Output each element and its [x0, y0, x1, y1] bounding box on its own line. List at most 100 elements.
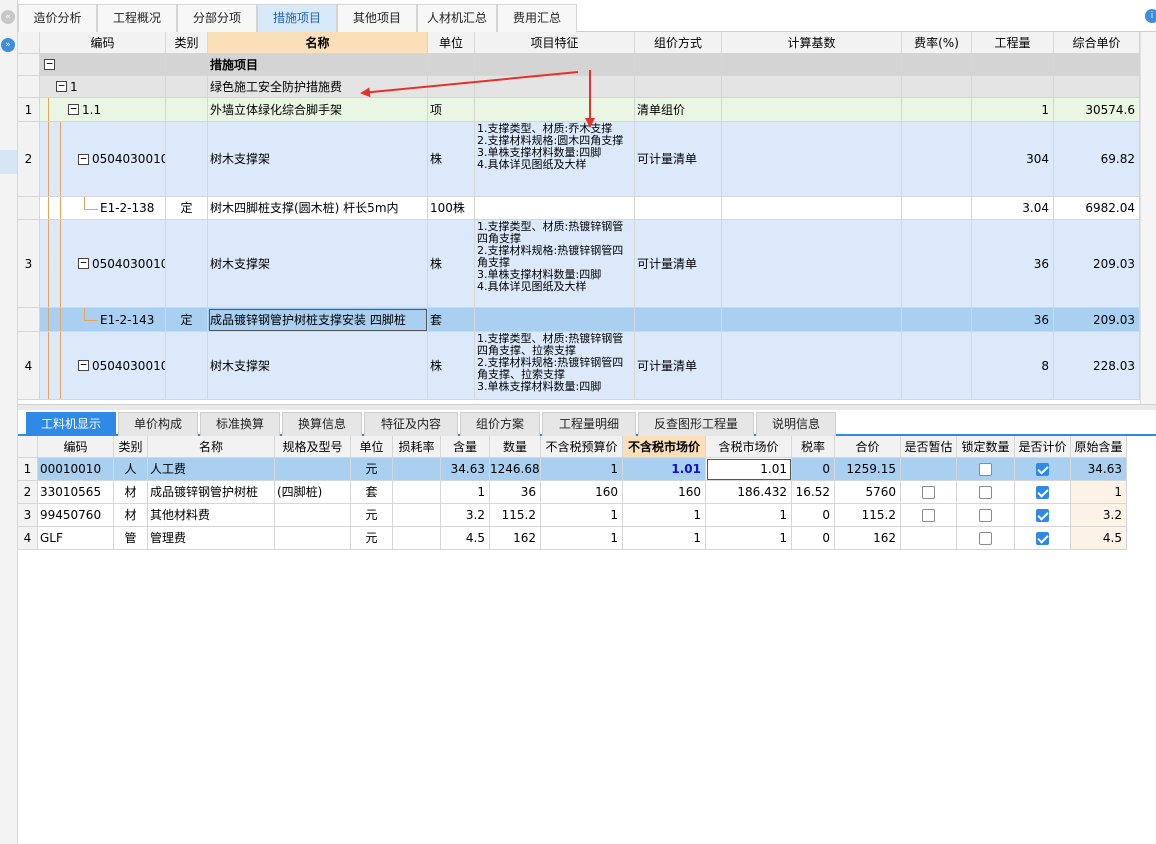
tree-toggle-icon[interactable]: − — [68, 103, 79, 115]
header2-type[interactable]: 类别 — [114, 436, 148, 458]
grid-cell-qty[interactable]: 304 — [972, 122, 1054, 197]
tree-toggle-icon[interactable]: − — [56, 80, 67, 92]
grid2-cell-price_flag[interactable] — [1015, 527, 1071, 550]
top-tab-3[interactable]: 措施项目 — [257, 4, 337, 32]
grid2-cell-est[interactable] — [901, 527, 957, 550]
top-tab-5[interactable]: 人材机汇总 — [417, 4, 497, 32]
header2-tax[interactable]: 税率 — [792, 436, 835, 458]
header2-price_flag[interactable]: 是否计价 — [1015, 436, 1071, 458]
header2-spec[interactable]: 规格及型号 — [275, 436, 351, 458]
tree-toggle-icon[interactable]: − — [44, 58, 55, 70]
header2-content[interactable]: 含量 — [441, 436, 490, 458]
bottom-tab-6[interactable]: 工程量明细 — [542, 412, 636, 436]
grid-cell-qty[interactable] — [972, 76, 1054, 98]
price-flag-checkbox[interactable] — [1036, 463, 1049, 476]
header-price[interactable]: 综合单价 — [1054, 32, 1140, 54]
lock-qty-checkbox[interactable] — [979, 509, 992, 522]
tree-line — [84, 308, 85, 320]
grid2-cell-lock[interactable] — [957, 504, 1015, 527]
header-type[interactable]: 类别 — [166, 32, 208, 54]
header2-loss[interactable]: 损耗率 — [393, 436, 441, 458]
header-unit[interactable]: 单位 — [428, 32, 475, 54]
grid2-cell-lock[interactable] — [957, 481, 1015, 504]
header2-code[interactable]: 编码 — [38, 436, 114, 458]
grid-cell-name[interactable]: 外墙立体绿化综合脚手架 — [208, 98, 428, 122]
header2-unit[interactable]: 单位 — [351, 436, 393, 458]
top-tab-6[interactable]: 费用汇总 — [497, 4, 577, 32]
grid-cell-rate — [902, 98, 972, 122]
grid2-cell-est[interactable] — [901, 481, 957, 504]
bottom-tab-5[interactable]: 组价方案 — [460, 412, 540, 436]
bottom-tab-0[interactable]: 工料机显示 — [26, 412, 116, 436]
grid2-cell-est[interactable] — [901, 504, 957, 527]
header2-lock[interactable]: 锁定数量 — [957, 436, 1015, 458]
header2-qty[interactable]: 数量 — [490, 436, 541, 458]
grid-cell-name[interactable]: 树木支撑架 — [208, 122, 428, 197]
bottom-tab-3[interactable]: 换算信息 — [282, 412, 362, 436]
grid-cell-qty[interactable]: 8 — [972, 332, 1054, 400]
header-base[interactable]: 计算基数 — [722, 32, 902, 54]
header-rate[interactable]: 费率(%) — [902, 32, 972, 54]
grid-cell-feature: 1.支撑类型、材质:热镀锌钢管四角支撑、拉索支撑 2.支撑材料规格:热镀锌钢管四… — [475, 332, 635, 400]
top-tab-1[interactable]: 工程概况 — [97, 4, 177, 32]
bottom-tab-1[interactable]: 单价构成 — [118, 412, 198, 436]
header2-orig[interactable]: 原始含量 — [1071, 436, 1127, 458]
grid-cell-qty[interactable]: 36 — [972, 308, 1054, 332]
grid-cell-name[interactable]: 成品镀锌钢管护树桩支撑安装 四脚桩 — [208, 308, 428, 332]
header2-total[interactable]: 合价 — [835, 436, 901, 458]
header2-est[interactable]: 是否暂估 — [901, 436, 957, 458]
grid2-cell-tax_market[interactable]: 1 — [706, 527, 792, 550]
top-tab-0[interactable]: 造价分析 — [18, 4, 97, 32]
grid-cell-unit — [428, 76, 475, 98]
header2-market[interactable]: 不含税市场价 — [623, 436, 706, 458]
info-icon[interactable]: i — [1145, 9, 1156, 23]
grid-cell-name[interactable]: 树木四脚桩支撑(圆木桩) 杆长5m内 — [208, 197, 428, 220]
grid2-cell-lock[interactable] — [957, 527, 1015, 550]
grid2-cell-tax_market[interactable]: 1.01 — [706, 458, 792, 481]
bottom-tab-2[interactable]: 标准换算 — [200, 412, 280, 436]
grid2-cell-price_flag[interactable] — [1015, 458, 1071, 481]
grid-cell-base — [722, 54, 902, 76]
grid-cell-qty[interactable] — [972, 54, 1054, 76]
collapse-icon[interactable]: « — [1, 10, 15, 24]
estimate-checkbox[interactable] — [922, 509, 935, 522]
bottom-tab-7[interactable]: 反查图形工程量 — [638, 412, 754, 436]
header-code[interactable]: 编码 — [40, 32, 166, 54]
header2-name[interactable]: 名称 — [148, 436, 275, 458]
price-flag-checkbox[interactable] — [1036, 486, 1049, 499]
bottom-tab-8[interactable]: 说明信息 — [756, 412, 836, 436]
tree-toggle-icon[interactable]: − — [78, 153, 89, 165]
expand-icon[interactable]: » — [1, 38, 15, 52]
price-flag-checkbox[interactable] — [1036, 509, 1049, 522]
grid-cell-qty[interactable]: 36 — [972, 220, 1054, 308]
grid2-cell-price_flag[interactable] — [1015, 504, 1071, 527]
top-tab-2[interactable]: 分部分项 — [177, 4, 257, 32]
top-tab-4[interactable]: 其他项目 — [337, 4, 417, 32]
price-flag-checkbox[interactable] — [1036, 532, 1049, 545]
grid-vertical-scrollbar[interactable] — [1140, 32, 1156, 404]
header-method[interactable]: 组价方式 — [635, 32, 722, 54]
grid2-cell-est[interactable] — [901, 458, 957, 481]
lock-qty-checkbox[interactable] — [979, 463, 992, 476]
estimate-checkbox[interactable] — [922, 486, 935, 499]
header2-tax_market[interactable]: 含税市场价 — [706, 436, 792, 458]
grid2-cell-price_flag[interactable] — [1015, 481, 1071, 504]
grid2-cell-tax_market[interactable]: 1 — [706, 504, 792, 527]
grid2-cell-tax_market[interactable]: 186.432 — [706, 481, 792, 504]
grid2-cell-lock[interactable] — [957, 458, 1015, 481]
tree-toggle-icon[interactable]: − — [78, 257, 89, 269]
header-feature[interactable]: 项目特征 — [475, 32, 635, 54]
lock-qty-checkbox[interactable] — [979, 486, 992, 499]
grid-cell-name[interactable]: 绿色施工安全防护措施费 — [208, 76, 428, 98]
grid-cell-qty[interactable]: 3.04 — [972, 197, 1054, 220]
bottom-tab-4[interactable]: 特征及内容 — [364, 412, 458, 436]
lock-qty-checkbox[interactable] — [979, 532, 992, 545]
header2-budget[interactable]: 不含税预算价 — [541, 436, 623, 458]
tree-toggle-icon[interactable]: − — [78, 359, 89, 371]
grid-cell-name[interactable]: 树木支撑架 — [208, 332, 428, 400]
header-name[interactable]: 名称 — [208, 32, 428, 54]
grid-cell-name[interactable]: 措施项目 — [208, 54, 428, 76]
grid-cell-qty[interactable]: 1 — [972, 98, 1054, 122]
header-qty[interactable]: 工程量 — [972, 32, 1054, 54]
grid-cell-name[interactable]: 树木支撑架 — [208, 220, 428, 308]
